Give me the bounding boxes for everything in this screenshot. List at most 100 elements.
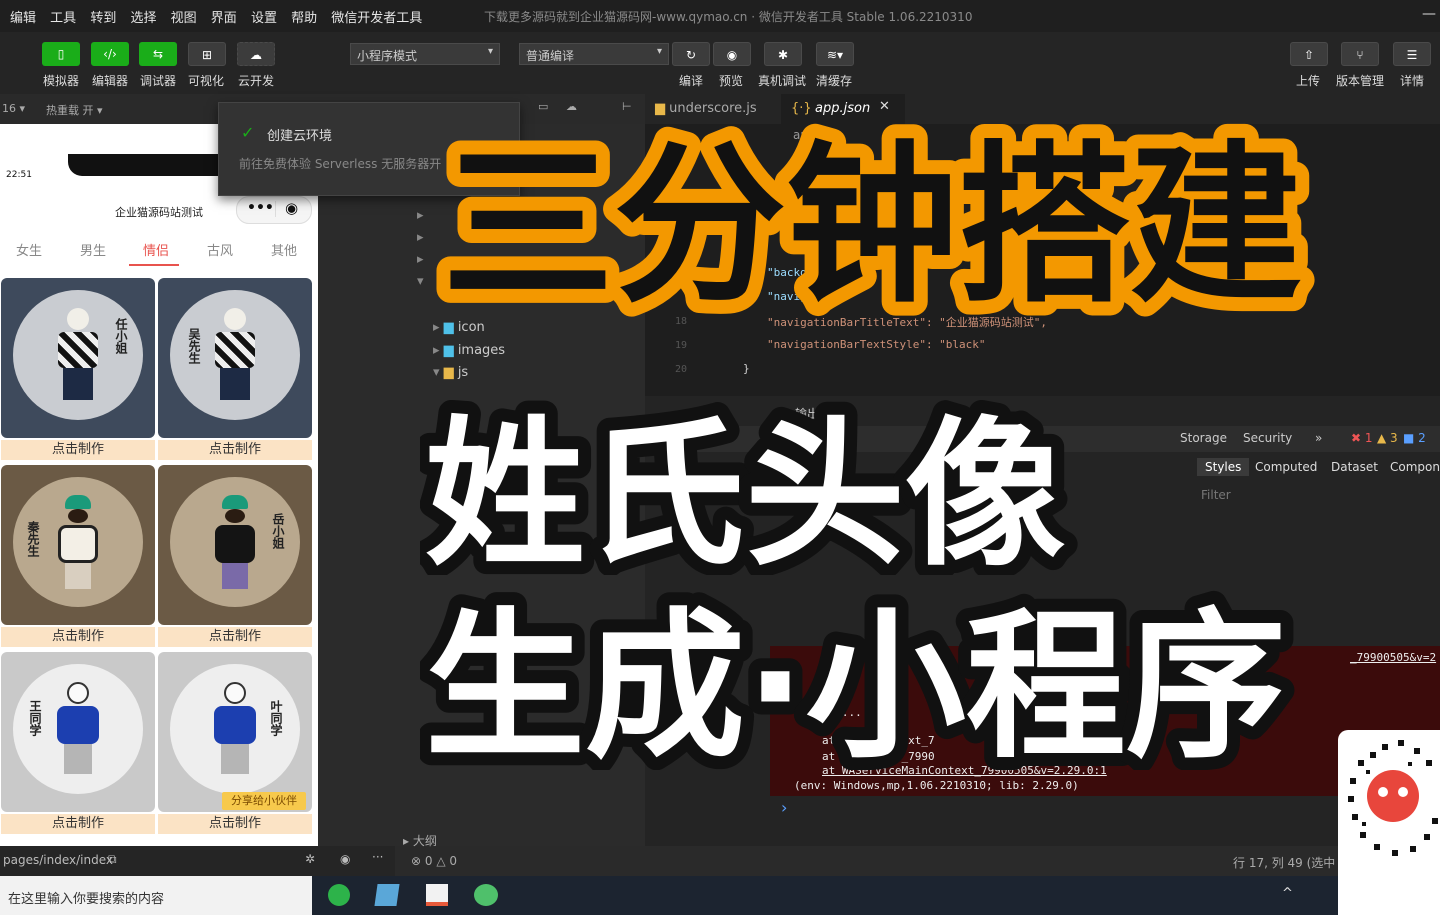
minimize-icon[interactable]: — — [1422, 6, 1436, 22]
compile-select[interactable]: 普通编译 ▾ — [519, 43, 669, 65]
tab-other[interactable]: 其他 — [271, 240, 297, 259]
code-icon[interactable]: ‹/› — [91, 42, 129, 66]
eye-icon[interactable]: ◉ — [340, 852, 350, 866]
cloud-icon[interactable]: ☁ — [237, 42, 275, 66]
popup-title[interactable]: 创建云环境 — [267, 125, 332, 144]
avatar-image[interactable]: 王同学 — [1, 652, 155, 812]
capsule-button[interactable]: ••• ◉ — [236, 196, 312, 224]
zoom-select[interactable]: 16 ▾ — [2, 102, 25, 115]
phone-icon[interactable]: ▯ — [42, 42, 80, 66]
chevron-down-icon: ▾ — [487, 46, 493, 57]
qr-pattern — [1348, 740, 1438, 856]
warns-value: 0 — [449, 854, 458, 868]
tree-arrow[interactable]: ▾ — [417, 274, 424, 289]
avatar-image[interactable]: 叶同学 — [158, 652, 312, 812]
avatar-card[interactable]: 吴先生 点击制作 — [158, 278, 312, 460]
layers-icon[interactable]: ≋▾ — [816, 42, 854, 66]
menu-settings[interactable]: 设置 — [251, 0, 277, 26]
branch-icon[interactable]: ⑂ — [1341, 42, 1379, 66]
avatar-image[interactable]: 秦先生 — [1, 465, 155, 625]
avatar-card[interactable]: 秦先生 点击制作 — [1, 465, 155, 647]
console-prompt[interactable]: › — [781, 798, 787, 817]
avatar-card[interactable]: 王同学 点击制作 — [1, 652, 155, 834]
hot-reload-toggle[interactable]: 热重载 开 ▾ — [46, 102, 103, 118]
eye-icon[interactable]: ◉ — [713, 42, 751, 66]
menu-interface[interactable]: 界面 — [211, 0, 237, 26]
wechat-icon[interactable] — [474, 884, 498, 906]
editor-label: 编辑器 — [92, 74, 129, 88]
folder-icon: ▆ — [443, 343, 454, 358]
tree-item-label: icon — [457, 320, 485, 335]
tree-item-label: js — [457, 365, 469, 380]
menu-edit[interactable]: 编辑 — [10, 0, 36, 26]
tree-arrow[interactable]: ▸ — [417, 252, 424, 267]
tab-couple[interactable]: 情侣 — [143, 240, 169, 259]
preview-label: 预览 — [719, 74, 744, 88]
tray-chevron-icon[interactable]: ^ — [1282, 886, 1293, 901]
folder-open-icon: ▆ — [443, 365, 454, 380]
avatar-image[interactable]: 岳小姐 — [158, 465, 312, 625]
explorer-icon[interactable] — [374, 884, 400, 906]
avatar-card[interactable]: 任小姐 点击制作 — [1, 278, 155, 460]
upload-label: 上传 — [1296, 74, 1321, 88]
debug-icon[interactable]: ⇆ — [139, 42, 177, 66]
avatar-card[interactable]: 岳小姐 点击制作 — [158, 465, 312, 647]
tree-item-js[interactable]: ▾ ▆ js — [433, 365, 468, 380]
make-button[interactable]: 点击制作 — [1, 440, 155, 460]
figure-illustration — [56, 682, 100, 778]
make-button[interactable]: 点击制作 — [158, 627, 312, 647]
tab-female[interactable]: 女生 — [16, 240, 42, 259]
make-button[interactable]: 点击制作 — [158, 440, 312, 460]
menu-tools[interactable]: 工具 — [50, 0, 76, 26]
search-placeholder: 在这里输入你要搜索的内容 — [8, 892, 165, 907]
menu-wechat-devtools[interactable]: 微信开发者工具 — [331, 0, 422, 26]
console-env: (env: Windows,mp,1.06.2210310; lib: 2.29… — [794, 779, 1079, 792]
mode-select[interactable]: 小程序模式 ▾ — [350, 43, 500, 65]
problems-count[interactable]: ⊗ 0 △ 0 — [411, 854, 457, 868]
avatar-image[interactable]: 吴先生 — [158, 278, 312, 438]
layout-icon[interactable]: ⊞ — [188, 42, 226, 66]
menu-goto[interactable]: 转到 — [90, 0, 116, 26]
details-label: 详情 — [1400, 74, 1425, 88]
page-path: pages/index/index — [3, 853, 113, 867]
line-number: 20 — [675, 364, 688, 375]
more-icon[interactable]: ··· — [372, 850, 383, 864]
version-label: 版本管理 — [1336, 74, 1385, 88]
surname-text: 叶同学 — [269, 700, 283, 736]
settings-icon[interactable]: ✲ — [305, 852, 315, 866]
tree-arrow[interactable]: ▸ — [417, 230, 424, 245]
share-button[interactable]: 分享给小伙伴 — [222, 792, 306, 810]
overlay-line-3: 生成·小程序 — [425, 593, 1286, 770]
taskbar-search[interactable]: 在这里输入你要搜索的内容 — [0, 876, 312, 915]
surname-text: 任小姐 — [114, 318, 128, 354]
tab-ancient[interactable]: 古风 — [207, 240, 233, 259]
tab-male[interactable]: 男生 — [80, 240, 106, 259]
make-button[interactable]: 点击制作 — [1, 627, 155, 647]
bug-icon[interactable]: ✱ — [764, 42, 802, 66]
menu-view[interactable]: 视图 — [171, 0, 197, 26]
menu-help[interactable]: 帮助 — [291, 0, 317, 26]
more-icon[interactable]: ••• — [247, 200, 274, 216]
cursor-position[interactable]: 行 17, 列 49 (选中 6 — [1233, 854, 1347, 871]
menu-icon[interactable]: ☰ — [1393, 42, 1431, 66]
tree-arrow[interactable]: ▸ — [417, 208, 424, 223]
app-icon[interactable] — [426, 884, 448, 906]
cloud-dev-label: 云开发 — [238, 74, 275, 88]
browser-icon[interactable] — [328, 884, 350, 906]
close-circle-icon[interactable]: ◉ — [285, 199, 298, 217]
copy-icon[interactable]: ⧉ — [108, 852, 117, 867]
refresh-icon[interactable]: ↻ — [672, 42, 710, 66]
tree-item-images[interactable]: ▸ ▆ images — [433, 343, 505, 358]
visual-label: 可视化 — [188, 74, 225, 88]
upload-icon[interactable]: ⇧ — [1290, 42, 1328, 66]
capsule-divider — [275, 201, 276, 217]
outline-toggle[interactable]: ▸ 大纲 — [403, 832, 437, 849]
window-title: 下载更多源码就到企业猫源码网-www.qymao.cn · 微信开发者工具 St… — [484, 10, 973, 24]
avatar-image[interactable]: 任小姐 — [1, 278, 155, 438]
logo-icon — [1367, 770, 1419, 822]
make-button[interactable]: 点击制作 — [158, 814, 312, 834]
check-icon: ✓ — [241, 123, 255, 142]
menu-select[interactable]: 选择 — [130, 0, 156, 26]
make-button[interactable]: 点击制作 — [1, 814, 155, 834]
tree-item-icon[interactable]: ▸ ▆ icon — [433, 320, 485, 335]
